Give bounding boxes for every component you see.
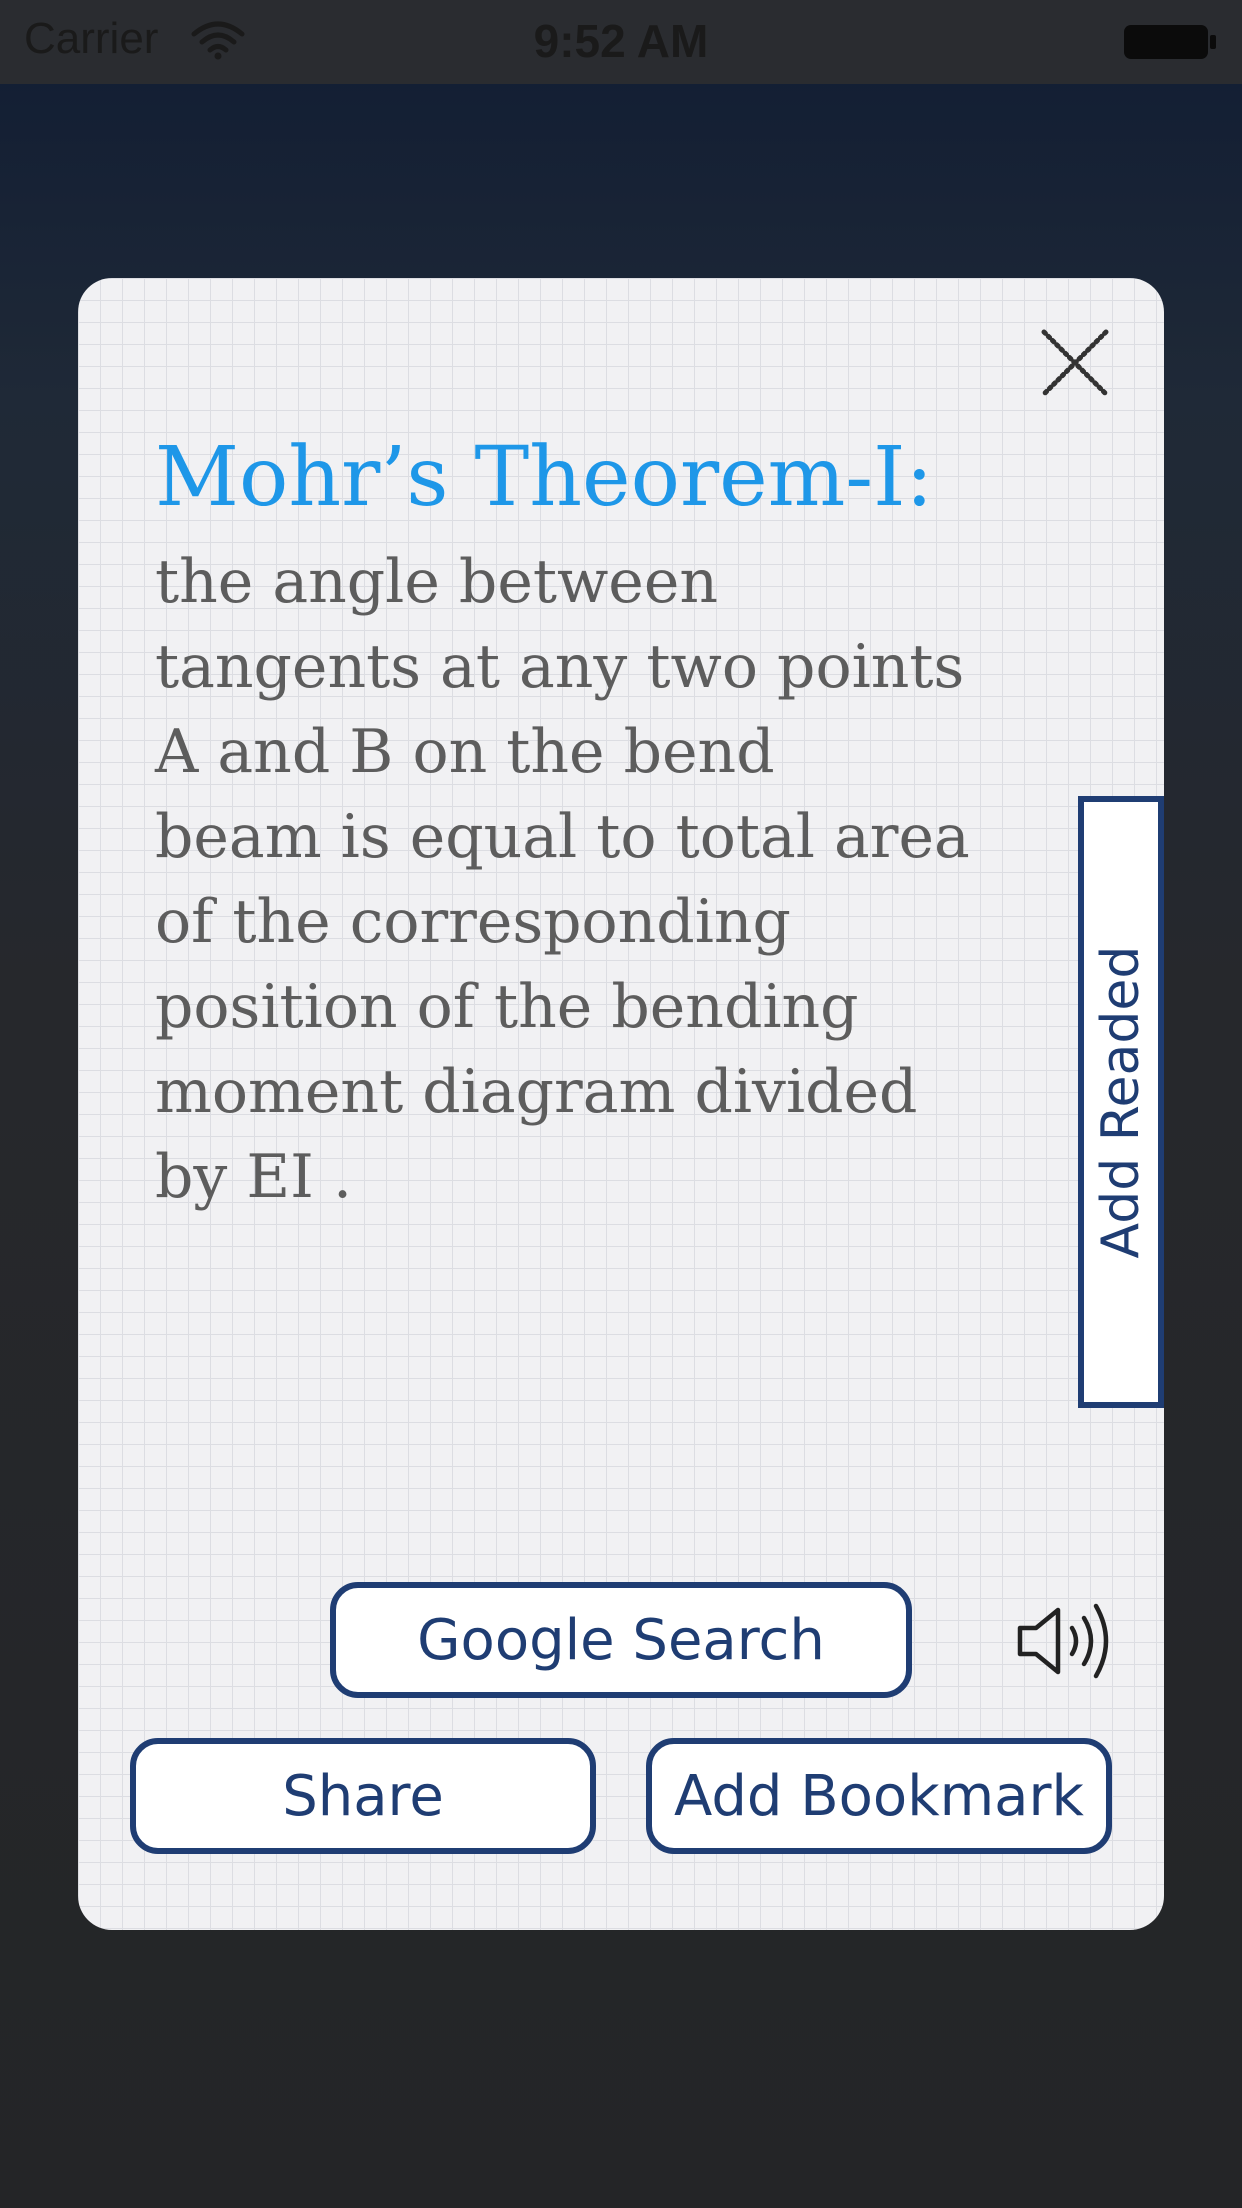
google-search-button[interactable]: Google Search [330, 1582, 912, 1698]
google-search-label: Google Search [417, 1607, 825, 1673]
theorem-title: Mohr’s Theorem-I: [155, 430, 934, 525]
add-readed-button[interactable]: Add Readed [1078, 796, 1164, 1408]
add-bookmark-label: Add Bookmark [674, 1763, 1084, 1829]
share-button[interactable]: Share [130, 1738, 596, 1854]
status-bar: Carrier 9:52 AM [0, 0, 1242, 84]
speaker-icon[interactable] [1014, 1598, 1118, 1684]
flashcard: Mohr’s Theorem-I: the angle between tang… [78, 278, 1164, 1930]
close-icon[interactable] [1038, 326, 1112, 400]
share-label: Share [282, 1763, 444, 1829]
add-bookmark-button[interactable]: Add Bookmark [646, 1738, 1112, 1854]
status-time: 9:52 AM [533, 15, 709, 67]
battery-icon [1124, 25, 1216, 59]
add-readed-label: Add Readed [1091, 945, 1151, 1259]
theorem-body: the angle between tangents at any two po… [155, 547, 970, 1212]
